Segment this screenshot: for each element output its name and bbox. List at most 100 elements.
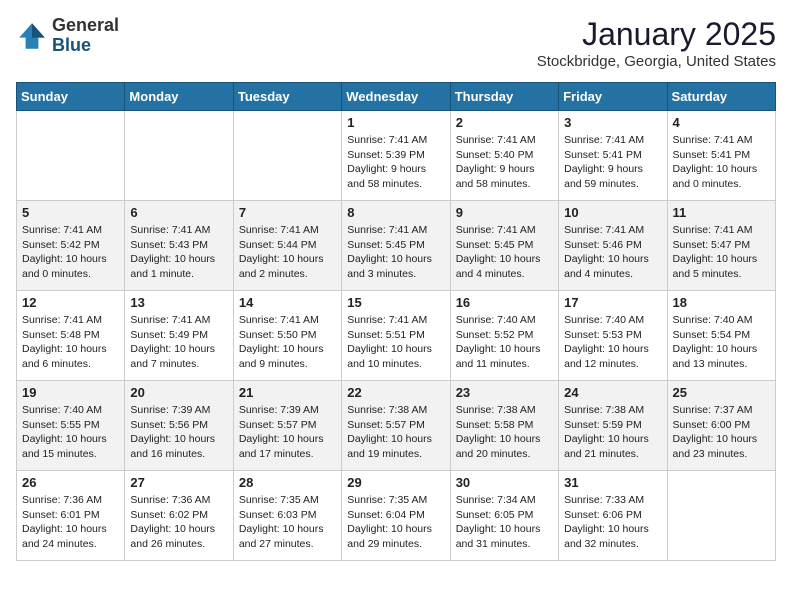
cell-info: Sunrise: 7:41 AMSunset: 5:41 PMDaylight:… xyxy=(564,133,661,192)
day-number: 16 xyxy=(456,295,553,310)
day-number: 30 xyxy=(456,475,553,490)
day-number: 24 xyxy=(564,385,661,400)
calendar-cell: 14 Sunrise: 7:41 AMSunset: 5:50 PMDayligh… xyxy=(233,291,341,381)
calendar-cell: 5Sunrise: 7:41 AMSunset: 5:42 PMDaylight… xyxy=(17,201,125,291)
calendar-cell: 26 Sunrise: 7:36 AMSunset: 6:01 PMDayligh… xyxy=(17,471,125,561)
calendar-cell: 20 Sunrise: 7:39 AMSunset: 5:56 PMDayligh… xyxy=(125,381,233,471)
cell-info: Sunrise: 7:41 AMSunset: 5:51 PMDaylight:… xyxy=(347,313,444,372)
day-number: 3 xyxy=(564,115,661,130)
calendar-header-row: SundayMondayTuesdayWednesdayThursdayFrid… xyxy=(17,83,776,111)
calendar-cell: 21Sunrise: 7:39 AMSunset: 5:57 PMDayligh… xyxy=(233,381,341,471)
day-number: 29 xyxy=(347,475,444,490)
calendar-cell: 9 Sunrise: 7:41 AMSunset: 5:45 PMDaylight… xyxy=(450,201,558,291)
day-number: 25 xyxy=(673,385,770,400)
calendar-cell: 7Sunrise: 7:41 AMSunset: 5:44 PMDaylight… xyxy=(233,201,341,291)
logo-general: General xyxy=(52,16,119,36)
calendar-cell: 16Sunrise: 7:40 AMSunset: 5:52 PMDayligh… xyxy=(450,291,558,381)
cell-info: Sunrise: 7:33 AMSunset: 6:06 PMDaylight:… xyxy=(564,493,661,552)
week-row-4: 19Sunrise: 7:40 AMSunset: 5:55 PMDayligh… xyxy=(17,381,776,471)
logo-icon xyxy=(16,20,48,52)
cell-info: Sunrise: 7:41 AMSunset: 5:39 PMDaylight:… xyxy=(347,133,444,192)
calendar-cell xyxy=(233,111,341,201)
header-sunday: Sunday xyxy=(17,83,125,111)
calendar-cell xyxy=(125,111,233,201)
cell-info: Sunrise: 7:36 AMSunset: 6:01 PMDaylight:… xyxy=(22,493,119,552)
day-number: 8 xyxy=(347,205,444,220)
calendar-cell: 28Sunrise: 7:35 AMSunset: 6:03 PMDayligh… xyxy=(233,471,341,561)
cell-info: Sunrise: 7:35 AMSunset: 6:04 PMDaylight:… xyxy=(347,493,444,552)
header-wednesday: Wednesday xyxy=(342,83,450,111)
day-number: 9 xyxy=(456,205,553,220)
cell-info: Sunrise: 7:41 AMSunset: 5:42 PMDaylight:… xyxy=(22,223,119,282)
cell-info: Sunrise: 7:39 AMSunset: 5:56 PMDaylight:… xyxy=(130,403,227,462)
logo: General Blue xyxy=(16,16,119,56)
calendar-cell: 6 Sunrise: 7:41 AMSunset: 5:43 PMDaylight… xyxy=(125,201,233,291)
cell-info: Sunrise: 7:41 AMSunset: 5:47 PMDaylight:… xyxy=(673,223,770,282)
cell-info: Sunrise: 7:38 AMSunset: 5:57 PMDaylight:… xyxy=(347,403,444,462)
day-number: 4 xyxy=(673,115,770,130)
calendar-cell xyxy=(667,471,775,561)
day-number: 20 xyxy=(130,385,227,400)
day-number: 10 xyxy=(564,205,661,220)
calendar-cell: 1 Sunrise: 7:41 AMSunset: 5:39 PMDaylight… xyxy=(342,111,450,201)
day-number: 22 xyxy=(347,385,444,400)
logo-blue: Blue xyxy=(52,36,119,56)
cell-info: Sunrise: 7:41 AMSunset: 5:40 PMDaylight:… xyxy=(456,133,553,192)
month-title: January 2025 xyxy=(537,16,776,53)
cell-info: Sunrise: 7:36 AMSunset: 6:02 PMDaylight:… xyxy=(130,493,227,552)
logo-text: General Blue xyxy=(52,16,119,56)
cell-info: Sunrise: 7:41 AMSunset: 5:49 PMDaylight:… xyxy=(130,313,227,372)
day-number: 2 xyxy=(456,115,553,130)
calendar-cell: 31Sunrise: 7:33 AMSunset: 6:06 PMDayligh… xyxy=(559,471,667,561)
day-number: 26 xyxy=(22,475,119,490)
calendar-cell: 11Sunrise: 7:41 AMSunset: 5:47 PMDayligh… xyxy=(667,201,775,291)
calendar-cell: 22 Sunrise: 7:38 AMSunset: 5:57 PMDayligh… xyxy=(342,381,450,471)
week-row-5: 26 Sunrise: 7:36 AMSunset: 6:01 PMDayligh… xyxy=(17,471,776,561)
cell-info: Sunrise: 7:41 AMSunset: 5:46 PMDaylight:… xyxy=(564,223,661,282)
cell-info: Sunrise: 7:41 AMSunset: 5:43 PMDaylight:… xyxy=(130,223,227,282)
day-number: 19 xyxy=(22,385,119,400)
calendar-cell: 12 Sunrise: 7:41 AMSunset: 5:48 PMDayligh… xyxy=(17,291,125,381)
day-number: 21 xyxy=(239,385,336,400)
cell-info: Sunrise: 7:41 AMSunset: 5:48 PMDaylight:… xyxy=(22,313,119,372)
cell-info: Sunrise: 7:35 AMSunset: 6:03 PMDaylight:… xyxy=(239,493,336,552)
cell-info: Sunrise: 7:38 AMSunset: 5:59 PMDaylight:… xyxy=(564,403,661,462)
cell-info: Sunrise: 7:34 AMSunset: 6:05 PMDaylight:… xyxy=(456,493,553,552)
day-number: 1 xyxy=(347,115,444,130)
calendar-cell: 4Sunrise: 7:41 AMSunset: 5:41 PMDaylight… xyxy=(667,111,775,201)
calendar-cell: 13 Sunrise: 7:41 AMSunset: 5:49 PMDayligh… xyxy=(125,291,233,381)
calendar-cell: 15 Sunrise: 7:41 AMSunset: 5:51 PMDayligh… xyxy=(342,291,450,381)
week-row-1: 1 Sunrise: 7:41 AMSunset: 5:39 PMDaylight… xyxy=(17,111,776,201)
cell-info: Sunrise: 7:41 AMSunset: 5:50 PMDaylight:… xyxy=(239,313,336,372)
calendar-cell: 3 Sunrise: 7:41 AMSunset: 5:41 PMDaylight… xyxy=(559,111,667,201)
calendar-table: SundayMondayTuesdayWednesdayThursdayFrid… xyxy=(16,82,776,561)
day-number: 15 xyxy=(347,295,444,310)
week-row-3: 12 Sunrise: 7:41 AMSunset: 5:48 PMDayligh… xyxy=(17,291,776,381)
calendar-cell: 10 Sunrise: 7:41 AMSunset: 5:46 PMDayligh… xyxy=(559,201,667,291)
page-header: General Blue January 2025 Stockbridge, G… xyxy=(16,16,776,70)
calendar-cell: 23Sunrise: 7:38 AMSunset: 5:58 PMDayligh… xyxy=(450,381,558,471)
calendar-cell: 29 Sunrise: 7:35 AMSunset: 6:04 PMDayligh… xyxy=(342,471,450,561)
cell-info: Sunrise: 7:38 AMSunset: 5:58 PMDaylight:… xyxy=(456,403,553,462)
day-number: 12 xyxy=(22,295,119,310)
calendar-cell: 19Sunrise: 7:40 AMSunset: 5:55 PMDayligh… xyxy=(17,381,125,471)
calendar-cell: 24 Sunrise: 7:38 AMSunset: 5:59 PMDayligh… xyxy=(559,381,667,471)
header-thursday: Thursday xyxy=(450,83,558,111)
day-number: 6 xyxy=(130,205,227,220)
calendar-cell: 18Sunrise: 7:40 AMSunset: 5:54 PMDayligh… xyxy=(667,291,775,381)
header-friday: Friday xyxy=(559,83,667,111)
cell-info: Sunrise: 7:41 AMSunset: 5:45 PMDaylight:… xyxy=(347,223,444,282)
day-number: 14 xyxy=(239,295,336,310)
day-number: 18 xyxy=(673,295,770,310)
calendar-cell: 8 Sunrise: 7:41 AMSunset: 5:45 PMDaylight… xyxy=(342,201,450,291)
day-number: 13 xyxy=(130,295,227,310)
calendar-cell: 25Sunrise: 7:37 AMSunset: 6:00 PMDayligh… xyxy=(667,381,775,471)
cell-info: Sunrise: 7:41 AMSunset: 5:45 PMDaylight:… xyxy=(456,223,553,282)
calendar-cell: 17 Sunrise: 7:40 AMSunset: 5:53 PMDayligh… xyxy=(559,291,667,381)
calendar-cell xyxy=(17,111,125,201)
day-number: 17 xyxy=(564,295,661,310)
cell-info: Sunrise: 7:40 AMSunset: 5:53 PMDaylight:… xyxy=(564,313,661,372)
calendar-cell: 30 Sunrise: 7:34 AMSunset: 6:05 PMDayligh… xyxy=(450,471,558,561)
header-tuesday: Tuesday xyxy=(233,83,341,111)
calendar-cell: 2 Sunrise: 7:41 AMSunset: 5:40 PMDaylight… xyxy=(450,111,558,201)
